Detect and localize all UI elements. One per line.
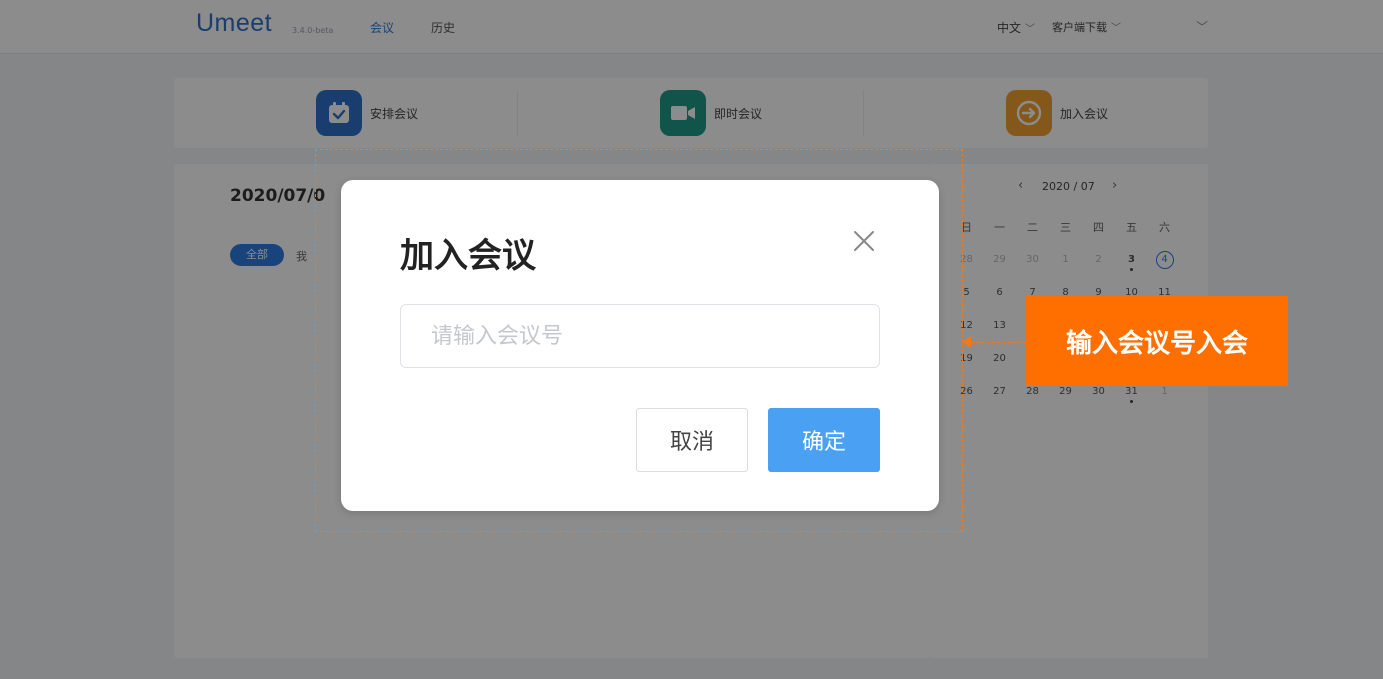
meeting-number-input[interactable] xyxy=(400,304,880,368)
dialog-title: 加入会议 xyxy=(400,236,536,276)
confirm-button[interactable]: 确定 xyxy=(768,408,880,472)
callout-label: 输入会议号入会 xyxy=(1026,296,1288,386)
callout-connector xyxy=(966,342,1026,343)
cancel-button[interactable]: 取消 xyxy=(636,408,748,472)
arrow-left-icon xyxy=(962,336,971,348)
close-icon[interactable] xyxy=(849,226,879,256)
join-meeting-dialog: 加入会议 取消 确定 xyxy=(341,180,939,511)
